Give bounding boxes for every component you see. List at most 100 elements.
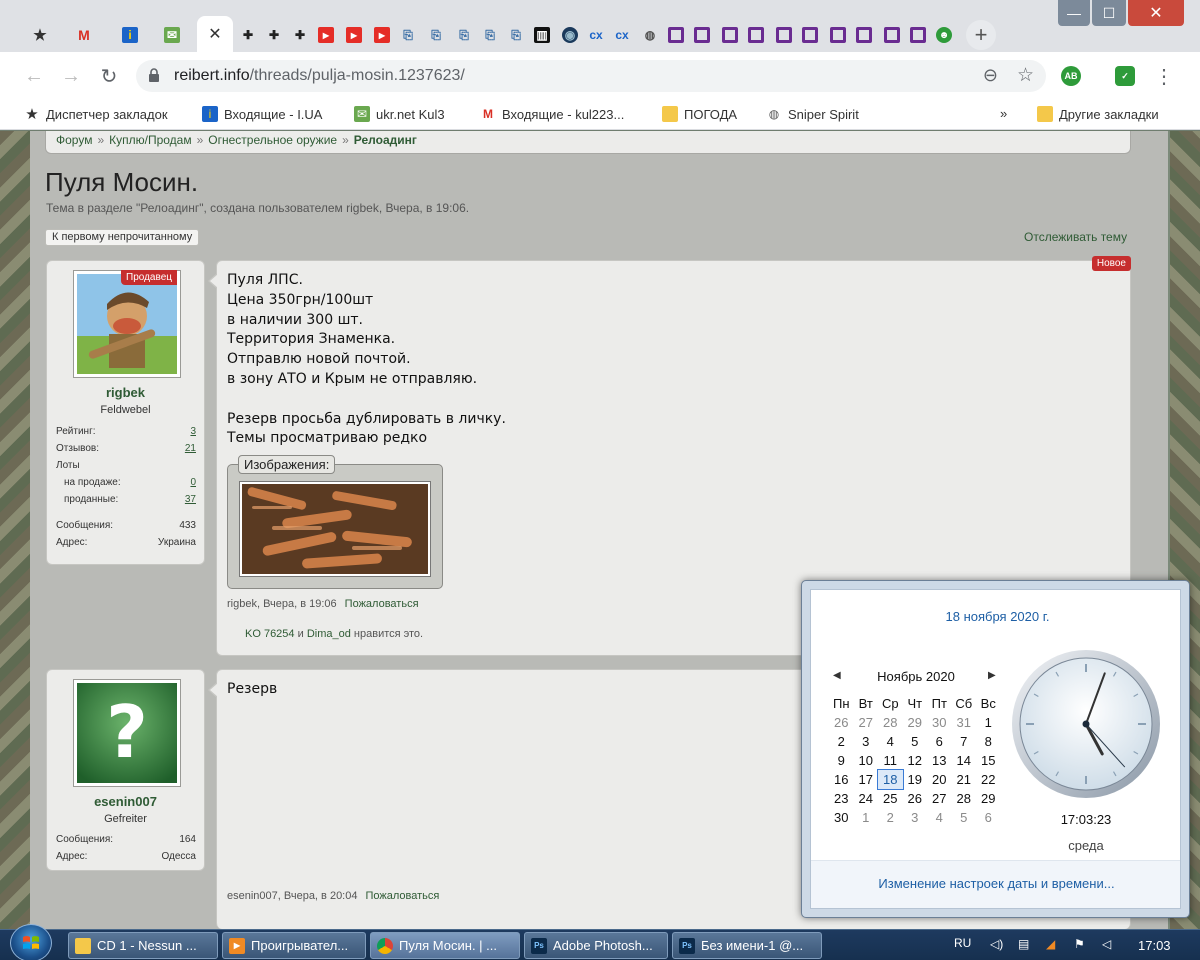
maximize-button[interactable]: ☐ bbox=[1092, 0, 1126, 26]
calendar-long-date[interactable]: 18 ноября 2020 г. bbox=[811, 609, 1184, 624]
tab-steam[interactable]: ◉ bbox=[558, 20, 582, 50]
calendar-day[interactable]: 28 bbox=[952, 789, 977, 808]
tab-iua[interactable]: i bbox=[118, 20, 142, 50]
calendar-day[interactable]: 2 bbox=[878, 808, 903, 827]
tab-bookmarks[interactable]: ★ bbox=[28, 20, 52, 50]
bookmark-ukrnet[interactable]: ✉ ukr.net Kul3 bbox=[354, 106, 445, 122]
tab-youtube-3[interactable]: ▶ bbox=[370, 20, 394, 50]
stat-rating-value[interactable]: 3 bbox=[190, 426, 196, 437]
breadcrumb-forum[interactable]: Форум bbox=[56, 133, 92, 147]
bookmark-weather-folder[interactable]: ПОГОДА bbox=[662, 106, 737, 122]
browser-menu-button[interactable]: ⋮ bbox=[1154, 64, 1174, 89]
calendar-day[interactable]: 28 bbox=[878, 713, 903, 732]
calendar-month-title[interactable]: Ноябрь 2020 bbox=[853, 669, 979, 684]
minimize-button[interactable]: — bbox=[1058, 0, 1090, 26]
calendar-day[interactable]: 5 bbox=[903, 732, 928, 751]
tab-globe[interactable]: ◍ bbox=[638, 20, 662, 50]
stat-reviews-value[interactable]: 21 bbox=[185, 443, 196, 454]
breadcrumb-firearms[interactable]: Огнестрельное оружие bbox=[208, 133, 337, 147]
calendar-day[interactable]: 2 bbox=[829, 732, 854, 751]
calendar-day[interactable]: 23 bbox=[829, 789, 854, 808]
calendar-day[interactable]: 1 bbox=[976, 713, 1001, 732]
more-bookmarks-button[interactable]: » bbox=[1000, 106, 1007, 121]
calendar-day[interactable]: 26 bbox=[829, 713, 854, 732]
app-tray-icon[interactable]: ◢ bbox=[1046, 937, 1055, 951]
tab-cx-2[interactable]: cx bbox=[610, 20, 634, 50]
security-tray-icon[interactable]: ⚑ bbox=[1074, 937, 1085, 951]
bookmark-manager[interactable]: ★ Диспетчер закладок bbox=[24, 106, 167, 123]
calendar-day[interactable]: 25 bbox=[878, 789, 903, 808]
bookmark-sniper-spirit[interactable]: ◍ Sniper Spirit bbox=[766, 106, 859, 122]
calendar-day[interactable]: 4 bbox=[927, 808, 952, 827]
calendar-day[interactable]: 21 bbox=[952, 770, 977, 789]
bookmark-gmail[interactable]: M Входящие - kul223... bbox=[480, 106, 624, 122]
bookmark-star-icon[interactable]: ☆ bbox=[1017, 64, 1034, 87]
calendar-day[interactable]: 3 bbox=[903, 808, 928, 827]
tab-cross-1[interactable]: ✚ bbox=[236, 20, 260, 50]
tab-purple-8[interactable] bbox=[852, 20, 876, 50]
tab-youtube-1[interactable]: ▶ bbox=[314, 20, 338, 50]
tab-doc-5[interactable]: ⎘ bbox=[504, 20, 528, 50]
tab-doc-2[interactable]: ⎘ bbox=[424, 20, 448, 50]
calendar-day[interactable]: 19 bbox=[903, 770, 928, 789]
close-icon[interactable]: ✕ bbox=[208, 24, 221, 44]
calendar-day[interactable]: 6 bbox=[927, 732, 952, 751]
first-unread-button[interactable]: К первому непрочитанному bbox=[45, 229, 200, 246]
tab-purple-4[interactable] bbox=[744, 20, 768, 50]
shield-extension[interactable]: ✓ bbox=[1115, 66, 1135, 86]
bookmark-iua[interactable]: i Входящие - I.UA bbox=[202, 106, 322, 122]
calendar-day[interactable]: 15 bbox=[976, 751, 1001, 770]
calendar-day[interactable]: 31 bbox=[952, 713, 977, 732]
calendar-day[interactable]: 29 bbox=[903, 713, 928, 732]
tab-purple-9[interactable] bbox=[880, 20, 904, 50]
post-author-date[interactable]: rigbek, Вчера, в 19:06 bbox=[227, 598, 337, 610]
calendar-day[interactable]: 10 bbox=[854, 751, 879, 770]
calendar-day[interactable]: 22 bbox=[976, 770, 1001, 789]
tab-purple-5[interactable] bbox=[772, 20, 796, 50]
calendar-day-today[interactable]: 18 bbox=[877, 769, 904, 790]
other-bookmarks-folder[interactable]: Другие закладки bbox=[1037, 106, 1159, 122]
avatar[interactable] bbox=[73, 270, 181, 378]
calendar-day[interactable]: 9 bbox=[829, 751, 854, 770]
calendar-day[interactable]: 4 bbox=[878, 732, 903, 751]
tab-gmail[interactable]: M bbox=[72, 20, 96, 50]
report-link[interactable]: Пожаловаться bbox=[365, 890, 439, 902]
calendar-day[interactable]: 12 bbox=[903, 751, 928, 770]
calendar-day[interactable]: 30 bbox=[829, 808, 854, 827]
taskbar-item-explorer[interactable]: CD 1 - Nessun ... bbox=[68, 932, 218, 959]
tab-doc-1[interactable]: ⎘ bbox=[396, 20, 420, 50]
calendar-day[interactable]: 16 bbox=[829, 770, 854, 789]
tab-museum[interactable]: ▥ bbox=[530, 20, 554, 50]
tab-purple-7[interactable] bbox=[826, 20, 850, 50]
calendar-day[interactable]: 13 bbox=[927, 751, 952, 770]
calendar-day[interactable]: 24 bbox=[854, 789, 879, 808]
tab-doc-4[interactable]: ⎘ bbox=[478, 20, 502, 50]
calendar-day[interactable]: 14 bbox=[952, 751, 977, 770]
post-author-date[interactable]: esenin007, Вчера, в 20:04 bbox=[227, 890, 357, 902]
calendar-day[interactable]: 7 bbox=[952, 732, 977, 751]
calendar-day[interactable]: 17 bbox=[854, 770, 879, 789]
calendar-day[interactable]: 5 bbox=[952, 808, 977, 827]
calendar-day[interactable]: 29 bbox=[976, 789, 1001, 808]
prev-month-button[interactable]: ◀ bbox=[833, 670, 841, 681]
tab-purple-2[interactable] bbox=[690, 20, 714, 50]
stat-sold-value[interactable]: 37 bbox=[185, 494, 196, 505]
network-tray-icon[interactable]: ▤ bbox=[1018, 937, 1029, 951]
language-indicator[interactable]: RU bbox=[954, 936, 971, 950]
close-window-button[interactable]: ✕ bbox=[1128, 0, 1184, 26]
username-link[interactable]: esenin007 bbox=[47, 794, 204, 809]
like-user-link[interactable]: Dima_od bbox=[307, 628, 351, 640]
breadcrumb-current[interactable]: Релоадинг bbox=[354, 133, 417, 147]
tab-purple-1[interactable] bbox=[664, 20, 688, 50]
calendar-day[interactable]: 27 bbox=[854, 713, 879, 732]
calendar-day[interactable]: 30 bbox=[927, 713, 952, 732]
attachment-thumbnail[interactable] bbox=[239, 481, 431, 577]
calendar-day[interactable]: 27 bbox=[927, 789, 952, 808]
taskbar-item-photoshop-doc[interactable]: Ps Без имени-1 @... bbox=[672, 932, 822, 959]
change-datetime-settings-link[interactable]: Изменение настроек даты и времени... bbox=[811, 876, 1182, 891]
username-link[interactable]: rigbek bbox=[47, 385, 204, 400]
calendar-day[interactable]: 20 bbox=[927, 770, 952, 789]
speaker-tray-icon[interactable]: ◁ bbox=[1102, 937, 1111, 951]
start-button[interactable] bbox=[10, 924, 52, 960]
like-user-link[interactable]: KO 76254 bbox=[245, 628, 295, 640]
